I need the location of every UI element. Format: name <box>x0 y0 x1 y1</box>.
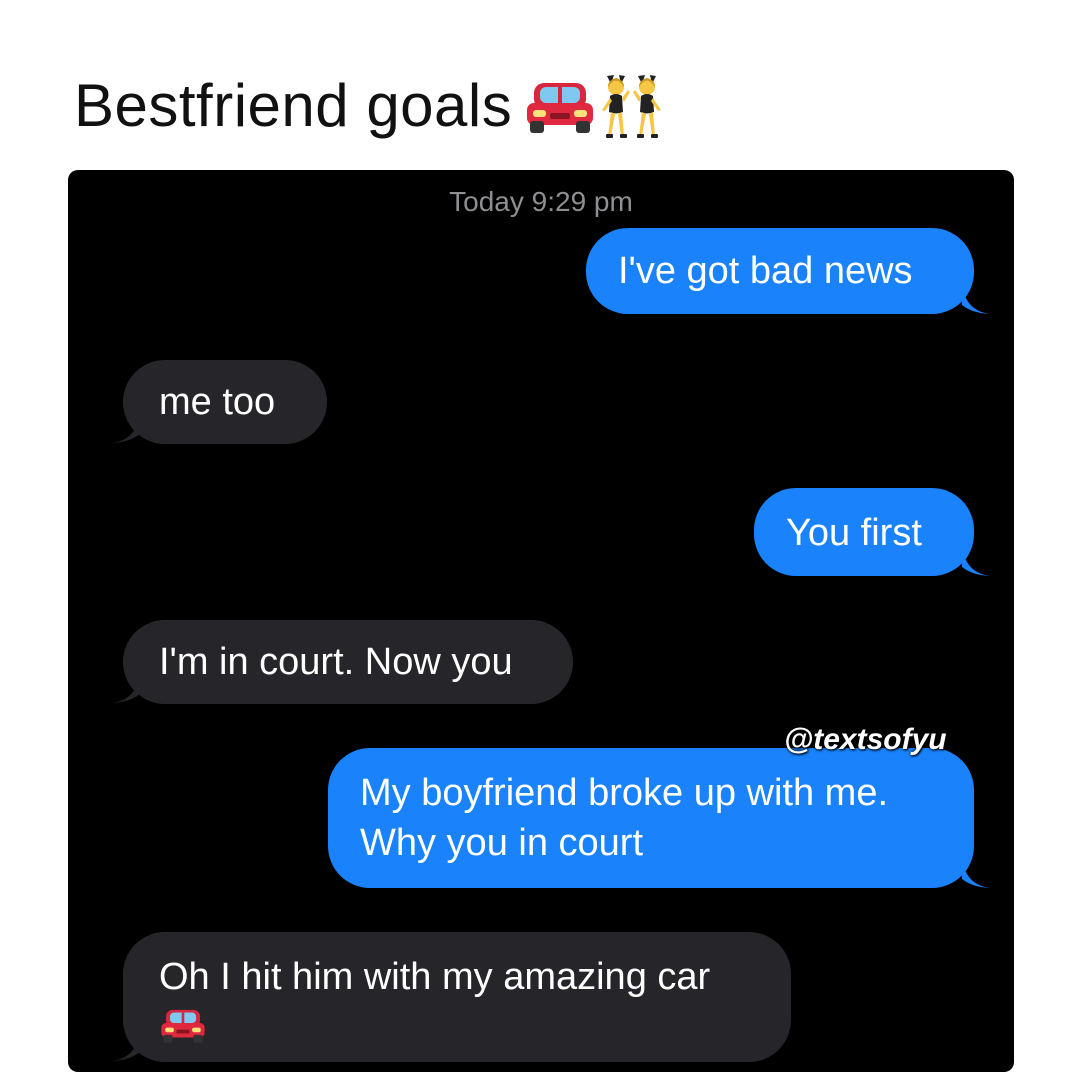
received-bubble-tail <box>112 674 140 703</box>
message-text: I'm in court. Now you <box>159 641 513 683</box>
timestamp-time: 9:29 pm <box>531 186 633 217</box>
received-bubble-tail <box>112 414 140 443</box>
sent-message-bubble: My boyfriend broke up with me. Why you i… <box>328 748 974 888</box>
sent-bubble-tail <box>962 285 990 314</box>
message-text: me too <box>159 381 276 423</box>
sent-bubble-tail <box>962 859 990 888</box>
message-text: I've got bad news <box>618 250 913 292</box>
message-text: Oh I hit him with my amazing car <box>159 956 711 998</box>
caption-text: Bestfriend goals <box>74 72 513 139</box>
received-message-bubble: I'm in court. Now you <box>123 620 573 704</box>
sent-message-bubble: You first <box>754 488 974 576</box>
received-bubble-tail <box>112 1032 140 1061</box>
caption: Bestfriend goals <box>74 66 668 146</box>
car-emoji-icon <box>161 1009 205 1043</box>
watermark: @textsofyu <box>784 723 947 756</box>
sent-bubble-tail <box>962 547 990 576</box>
received-message-bubble: me too <box>123 360 327 444</box>
message-text-line-2: Why you in court <box>360 822 643 864</box>
message-timestamp: Today 9:29 pm <box>68 186 1014 218</box>
dancing-women-emoji-icon <box>602 75 662 138</box>
message-text: You first <box>786 512 922 554</box>
message-thread-screenshot: Today 9:29 pm I've got bad news me too Y… <box>68 170 1014 1072</box>
timestamp-day: Today <box>449 186 524 217</box>
sent-message-bubble: I've got bad news <box>586 228 974 314</box>
received-message-bubble: Oh I hit him with my amazing car <box>123 932 791 1062</box>
message-text-line-1: My boyfriend broke up with me. <box>360 772 889 814</box>
meme-post: Bestfriend goals Today 9:29 pm I've got … <box>0 0 1080 1080</box>
car-emoji-icon <box>527 83 594 133</box>
